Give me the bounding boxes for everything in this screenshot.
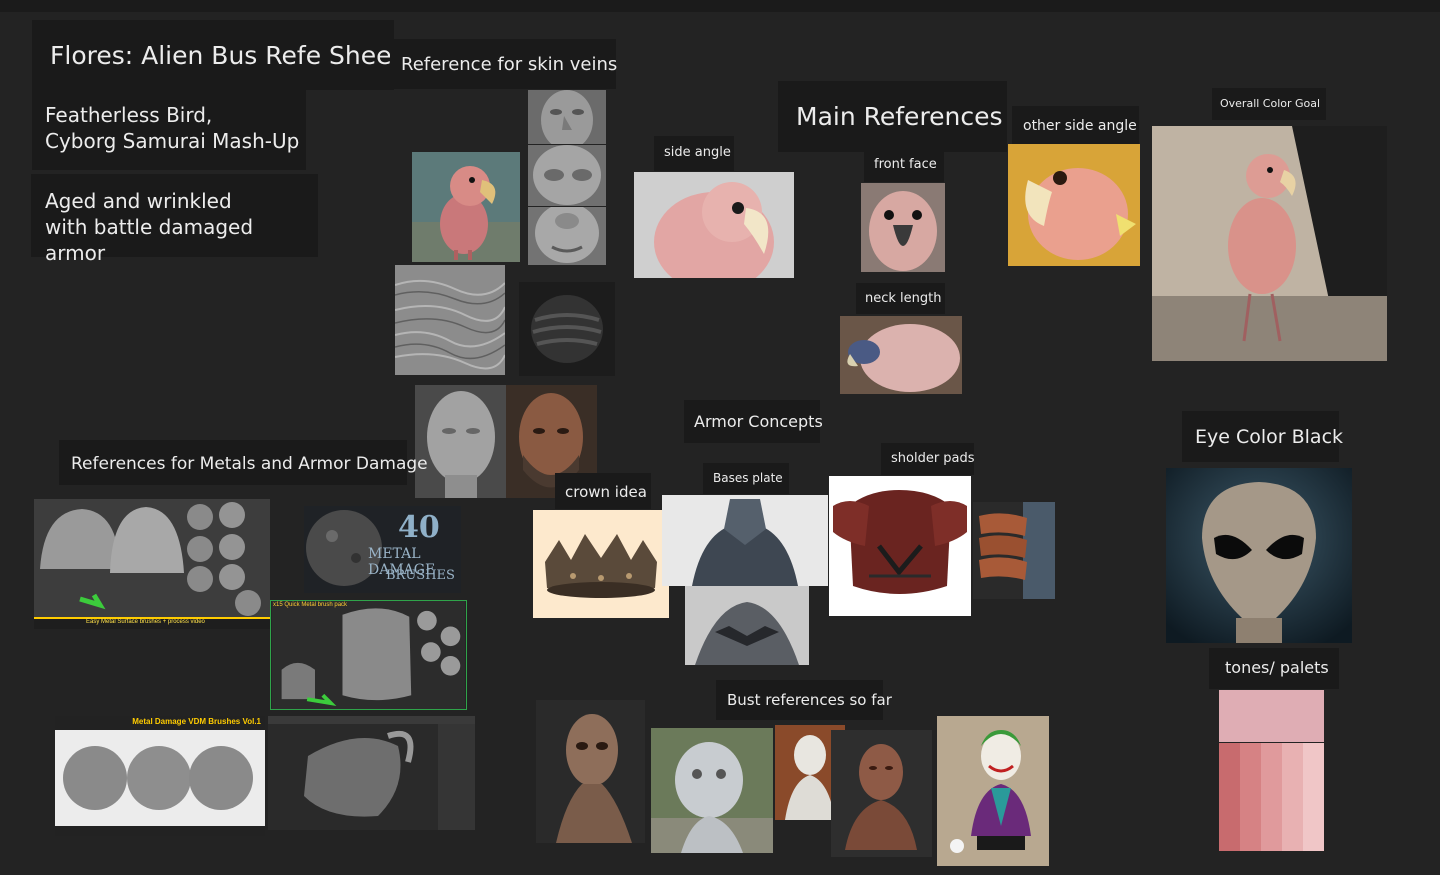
skin-texture-dark[interactable] <box>519 282 615 376</box>
alien-eye-reference[interactable] <box>1166 468 1352 643</box>
bald-bust-illustration <box>831 730 932 857</box>
parrot-side-illustration <box>634 172 794 278</box>
batman-armor-photo[interactable] <box>685 586 809 665</box>
label-tones-palets[interactable]: tones/ palets <box>1209 648 1339 689</box>
clay-bust-illustration <box>651 728 773 853</box>
shoulder-pad-photo[interactable] <box>973 502 1055 599</box>
label-side-angle[interactable]: side angle <box>654 136 734 171</box>
helmet-caption: Easy Metal Surface brushes + process vid… <box>86 619 205 625</box>
sculpt-mouth-illustration <box>528 207 606 265</box>
board-subtitle-2[interactable]: Aged and wrinkled with battle damaged ar… <box>31 174 318 265</box>
palette-stripes <box>1219 743 1324 851</box>
vdm-title: Metal Damage VDM Brushes Vol.1 <box>132 717 261 726</box>
vdm-brushes-promo[interactable]: Metal Damage VDM Brushes Vol.1 <box>55 716 265 836</box>
board-title[interactable]: Flores: Alien Bus Refe Sheet <box>32 20 401 90</box>
parrot-illustration <box>412 152 520 262</box>
face-sculpt-top[interactable] <box>528 90 606 144</box>
top-toolbar-strip <box>0 0 1440 12</box>
alien-bust-illustration <box>536 700 645 843</box>
palette-stripe-2[interactable] <box>1240 743 1261 851</box>
label-crown-idea[interactable]: crown idea <box>555 473 651 509</box>
plate-armor-illustration <box>662 495 828 586</box>
skin-texture-flat[interactable] <box>395 265 505 375</box>
helmet-metal-reference[interactable]: Easy Metal Surface brushes + process vid… <box>34 499 270 629</box>
quick-pack-caption: x15 Quick Metal brush pack <box>273 602 348 608</box>
leather-armor-photo[interactable] <box>829 476 971 616</box>
joker-bust-photo[interactable] <box>937 716 1049 866</box>
face-sculpt-bottom[interactable] <box>528 207 606 265</box>
alien-bust-sculpt[interactable] <box>536 700 645 843</box>
leather-armor-illustration <box>829 476 971 616</box>
palette-swatch-top[interactable] <box>1219 690 1324 742</box>
bat-armor-illustration <box>685 586 809 665</box>
wrinkle-sphere-illustration <box>519 282 615 376</box>
alien-head-illustration <box>1166 468 1352 643</box>
palette-stripe-5[interactable] <box>1303 743 1324 851</box>
sculpt-face-illustration <box>528 90 606 144</box>
board-subtitle-1[interactable]: Featherless Bird, Cyborg Samurai Mash-Up <box>32 90 306 170</box>
label-metals-armor-damage[interactable]: References for Metals and Armor Damage <box>59 440 428 485</box>
base-plate-armor-photo[interactable] <box>662 495 828 586</box>
label-overall-color-goal[interactable]: Overall Color Goal <box>1212 88 1326 120</box>
parrot-neck-length-photo[interactable] <box>840 316 962 394</box>
parrot-color-goal-photo[interactable] <box>1152 126 1387 361</box>
vdm-spheres-illustration <box>55 716 265 836</box>
label-bases-plate[interactable]: Bases plate <box>703 463 789 494</box>
label-sholder-pads[interactable]: sholder pads <box>881 443 975 475</box>
label-armor-concepts[interactable]: Armor Concepts <box>684 400 823 443</box>
label-bust-references[interactable]: Bust references so far <box>716 680 892 720</box>
zbrush-interface-illustration <box>268 716 475 830</box>
wrinkle-texture-illustration <box>395 265 505 375</box>
palette-stripe-1[interactable] <box>1219 743 1240 851</box>
clay-bust-photo[interactable] <box>651 728 773 853</box>
parrot-front-face-photo[interactable] <box>861 183 945 272</box>
face-sculpt-middle[interactable] <box>528 145 606 206</box>
armor-vest-illustration <box>271 601 466 709</box>
helmet-illustration <box>34 499 270 629</box>
label-skin-veins[interactable]: Reference for skin veins <box>390 39 617 89</box>
metal-damage-brushes-text: BRUSHES <box>386 568 455 583</box>
parrot-other-side-photo[interactable] <box>1008 144 1140 266</box>
parrot-photo-small[interactable] <box>412 152 520 262</box>
crown-photo[interactable] <box>533 510 669 618</box>
parrot-yellow-bg-illustration <box>1008 144 1140 266</box>
metal-damage-brushes-promo[interactable]: 40 METAL DAMAGE BRUSHES <box>304 506 461 593</box>
palette-stripe-4[interactable] <box>1282 743 1303 851</box>
joker-bust-illustration <box>937 716 1049 866</box>
metal-damage-count: 40 <box>398 510 440 545</box>
label-main-references[interactable]: Main References <box>778 81 1007 152</box>
label-other-side-angle[interactable]: other side angle <box>1012 106 1139 144</box>
parrot-neck-illustration <box>840 316 962 394</box>
parrot-front-illustration <box>861 183 945 272</box>
palette-stripe-3[interactable] <box>1261 743 1282 851</box>
quick-metal-brush-pack[interactable]: x15 Quick Metal brush pack <box>270 600 467 710</box>
zbrush-screenshot[interactable] <box>268 716 475 830</box>
shoulder-pad-illustration <box>973 502 1055 599</box>
bald-man-bust-photo[interactable] <box>831 730 932 857</box>
parrot-standing-illustration <box>1152 126 1387 361</box>
sculpt-eye-illustration <box>528 145 606 206</box>
crown-illustration <box>533 510 669 618</box>
label-neck-length[interactable]: neck length <box>856 283 945 314</box>
label-eye-color-black[interactable]: Eye Color Black <box>1182 411 1343 462</box>
label-front-face[interactable]: front face <box>864 152 944 182</box>
parrot-side-angle-photo[interactable] <box>634 172 794 278</box>
